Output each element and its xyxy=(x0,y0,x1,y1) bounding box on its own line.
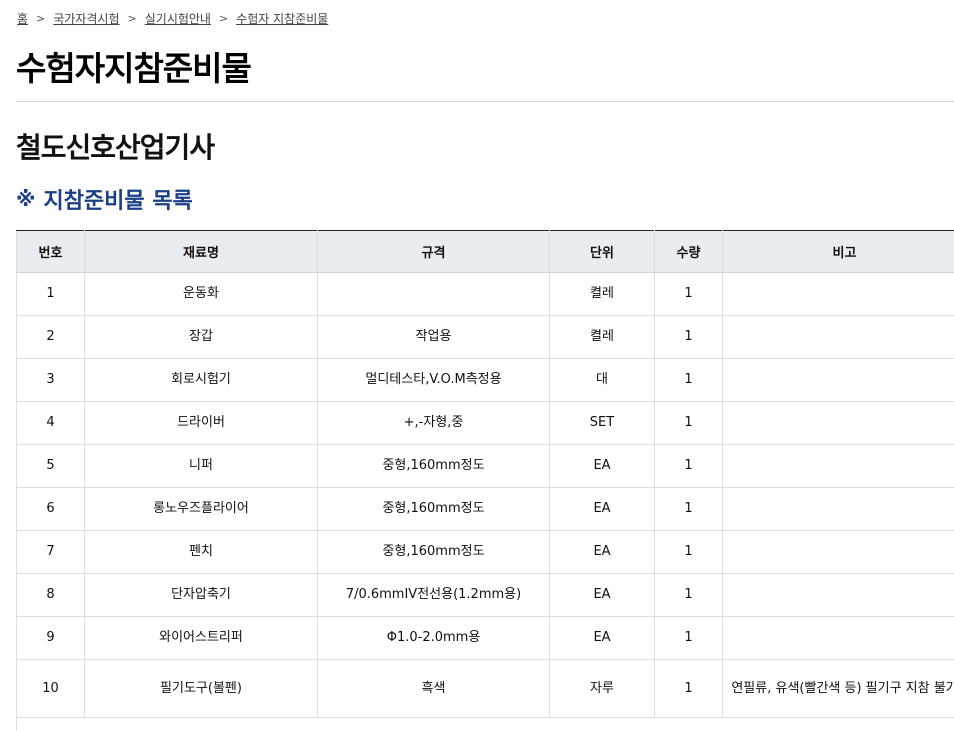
cell-spec xyxy=(317,272,550,316)
header-spec: 규격 xyxy=(317,230,550,273)
table-row: 9 와이어스트리퍼 Φ1.0-2.0mm용 EA 1 xyxy=(16,616,954,660)
cell-spec: 작업용 xyxy=(317,315,550,359)
table-row: 4 드라이버 +,-자형,중 SET 1 xyxy=(16,401,954,445)
cell-quantity: 1 xyxy=(654,487,723,531)
cell-material-name: 롱노우즈플라이어 xyxy=(84,487,318,531)
cell-number: 1 xyxy=(16,272,85,316)
cell-quantity: 1 xyxy=(654,573,723,617)
breadcrumb-national-exam-link[interactable]: 국가자격시험 xyxy=(53,10,119,27)
breadcrumb-current-link[interactable]: 수험자 지참준비물 xyxy=(236,10,328,27)
cell-quantity: 1 xyxy=(654,530,723,574)
cell-material-name: 단자압축기 xyxy=(84,573,318,617)
cell-quantity: 1 xyxy=(654,272,723,316)
cell-note xyxy=(722,401,954,445)
cell-material-name: 와이어스트리퍼 xyxy=(84,616,318,660)
header-number: 번호 xyxy=(16,230,85,273)
cell-spec: Φ1.0-2.0mm용 xyxy=(317,616,550,660)
cell-number: 6 xyxy=(16,487,85,531)
cell-number: 7 xyxy=(16,530,85,574)
cell-number: 8 xyxy=(16,573,85,617)
cell-quantity: 1 xyxy=(654,616,723,660)
cell-number: 4 xyxy=(16,401,85,445)
table-next-row-edge xyxy=(16,718,954,731)
cell-material-name: 니퍼 xyxy=(84,444,318,488)
cell-quantity: 1 xyxy=(654,315,723,359)
cell-spec: +,-자형,중 xyxy=(317,401,550,445)
cell-spec: 7/0.6mmIV전선용(1.2mm용) xyxy=(317,573,550,617)
breadcrumb-separator-icon: > xyxy=(127,12,137,25)
cell-note xyxy=(722,616,954,660)
cell-unit: SET xyxy=(549,401,655,445)
cell-number: 2 xyxy=(16,315,85,359)
table-row: 6 롱노우즈플라이어 중형,160mm정도 EA 1 xyxy=(16,487,954,531)
cell-quantity: 1 xyxy=(654,358,723,402)
cell-note xyxy=(722,573,954,617)
cell-unit: EA xyxy=(549,444,655,488)
cell-unit: EA xyxy=(549,530,655,574)
table-row: 8 단자압축기 7/0.6mmIV전선용(1.2mm용) EA 1 xyxy=(16,573,954,617)
cell-spec: 멀디테스타,V.O.M측정용 xyxy=(317,358,550,402)
materials-table: 번호 재료명 규격 단위 수량 비고 1 운동화 켤레 1 2 장갑 작업용 켤… xyxy=(16,230,954,718)
cell-material-name: 펜치 xyxy=(84,530,318,574)
section-title: ※ 지참준비물 목록 xyxy=(16,183,193,215)
cell-quantity: 1 xyxy=(654,444,723,488)
exam-title: 철도신호산업기사 xyxy=(16,131,215,164)
table-row: 3 회로시험기 멀디테스타,V.O.M측정용 대 1 xyxy=(16,358,954,402)
cell-number: 10 xyxy=(16,659,85,718)
cell-quantity: 1 xyxy=(654,659,723,718)
cell-spec: 중형,160mm정도 xyxy=(317,487,550,531)
cell-unit: EA xyxy=(549,573,655,617)
table-row: 10 필기도구(볼펜) 흑색 자루 1 연필류, 유색(빨간색 등) 필기구 지… xyxy=(16,659,954,718)
cell-number: 3 xyxy=(16,358,85,402)
cell-material-name: 운동화 xyxy=(84,272,318,316)
cell-spec: 중형,160mm정도 xyxy=(317,444,550,488)
cell-unit: 대 xyxy=(549,358,655,402)
cell-material-name: 장갑 xyxy=(84,315,318,359)
header-note: 비고 xyxy=(722,230,954,273)
table-row: 5 니퍼 중형,160mm정도 EA 1 xyxy=(16,444,954,488)
title-divider xyxy=(16,101,954,102)
cell-quantity: 1 xyxy=(654,401,723,445)
cell-spec: 중형,160mm정도 xyxy=(317,530,550,574)
cell-note xyxy=(722,315,954,359)
cell-number: 5 xyxy=(16,444,85,488)
cell-number: 9 xyxy=(16,616,85,660)
table-header-row: 번호 재료명 규격 단위 수량 비고 xyxy=(16,230,954,273)
cell-unit: 켤레 xyxy=(549,272,655,316)
header-quantity: 수량 xyxy=(654,230,723,273)
materials-table-container: 번호 재료명 규격 단위 수량 비고 1 운동화 켤레 1 2 장갑 작업용 켤… xyxy=(16,230,954,731)
cell-note xyxy=(722,358,954,402)
breadcrumb-practical-exam-link[interactable]: 실기시험안내 xyxy=(145,10,211,27)
cell-note xyxy=(722,530,954,574)
breadcrumb: 홈 > 국가자격시험 > 실기시험안내 > 수험자 지참준비물 xyxy=(17,10,328,27)
cell-note xyxy=(722,487,954,531)
cell-spec: 흑색 xyxy=(317,659,550,718)
header-unit: 단위 xyxy=(549,230,655,273)
cell-note: 연필류, 유색(빨간색 등) 필기구 지참 불가 xyxy=(722,659,954,718)
table-row: 2 장갑 작업용 켤레 1 xyxy=(16,315,954,359)
section-title-text: 지참준비물 목록 xyxy=(43,189,193,214)
cell-unit: 켤레 xyxy=(549,315,655,359)
table-row: 7 펜치 중형,160mm정도 EA 1 xyxy=(16,530,954,574)
cell-unit: 자루 xyxy=(549,659,655,718)
cell-note xyxy=(722,272,954,316)
page: 홈 > 국가자격시험 > 실기시험안내 > 수험자 지참준비물 수험자지참준비물… xyxy=(0,0,954,731)
page-title: 수험자지참준비물 xyxy=(16,49,252,88)
table-row: 1 운동화 켤레 1 xyxy=(16,272,954,316)
breadcrumb-separator-icon: > xyxy=(218,12,229,25)
cell-note xyxy=(722,444,954,488)
reference-mark-icon: ※ xyxy=(16,187,36,211)
cell-unit: EA xyxy=(549,487,655,531)
header-material-name: 재료명 xyxy=(84,230,318,273)
cell-material-name: 드라이버 xyxy=(84,401,318,445)
breadcrumb-home-link[interactable]: 홈 xyxy=(17,10,28,27)
breadcrumb-separator-icon: > xyxy=(36,12,46,25)
cell-material-name: 필기도구(볼펜) xyxy=(84,659,318,718)
cell-material-name: 회로시험기 xyxy=(84,358,318,402)
cell-unit: EA xyxy=(549,616,655,660)
